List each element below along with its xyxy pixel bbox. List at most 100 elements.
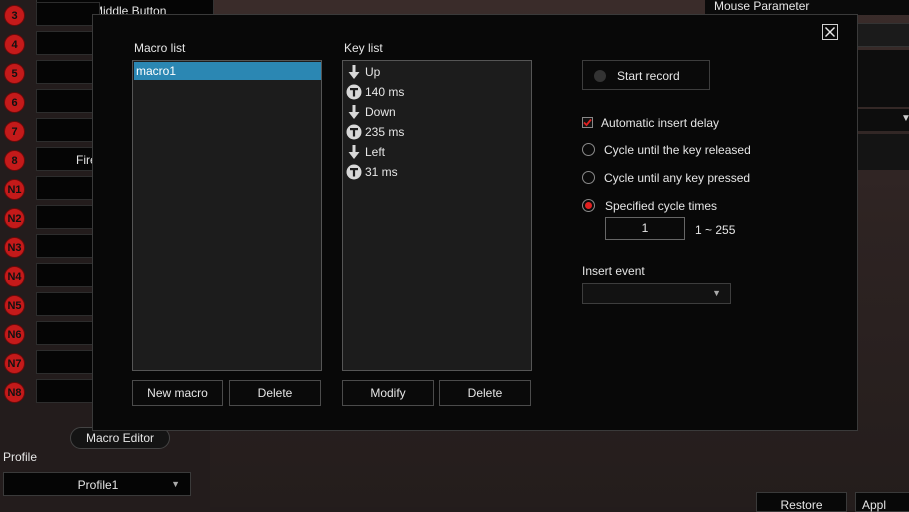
key-list-item-label: 31 ms — [365, 165, 398, 179]
key-list-item-label: Down — [365, 105, 396, 119]
modify-button[interactable]: Modify — [342, 380, 434, 406]
button-assignment-field[interactable] — [36, 118, 100, 142]
key-list-label: Key list — [344, 41, 383, 55]
specified-cycle-times-label: Specified cycle times — [605, 199, 718, 213]
key-list-item-label: 140 ms — [365, 85, 405, 99]
button-row[interactable]: N2 — [0, 205, 100, 234]
cycle-times-input[interactable]: 1 — [605, 217, 685, 240]
start-record-label: Start record — [617, 69, 680, 83]
button-assignment-field[interactable] — [36, 379, 100, 403]
button-number-badge: N6 — [4, 324, 25, 345]
close-icon — [825, 27, 835, 37]
button-number-badge: 7 — [4, 121, 25, 142]
arrow-down-icon — [346, 144, 362, 160]
key-list-item-label: Up — [365, 65, 381, 79]
button-row[interactable]: N5 — [0, 292, 100, 321]
button-assignment-field[interactable] — [36, 205, 100, 229]
button-number-badge: 6 — [4, 92, 25, 113]
button-number-badge: N8 — [4, 382, 25, 403]
button-row[interactable]: 5 — [0, 60, 100, 89]
chevron-down-icon: ▼ — [901, 113, 909, 124]
arrow-down-icon — [346, 104, 362, 120]
profile-select[interactable]: Profile1 ▼ — [3, 472, 191, 496]
key-list-item[interactable]: 140 ms — [345, 82, 525, 102]
new-macro-button[interactable]: New macro — [132, 380, 223, 406]
button-row[interactable]: 6 — [0, 89, 100, 118]
button-row[interactable]: 8 Fire — [0, 147, 100, 176]
chevron-down-icon: ▼ — [712, 288, 721, 298]
button-assignment-field[interactable] — [36, 350, 100, 374]
button-assignment-field[interactable] — [36, 292, 100, 316]
key-list-item[interactable]: Left — [345, 142, 525, 162]
timer-icon — [346, 84, 362, 100]
profile-label: Profile — [3, 450, 38, 464]
timer-icon — [346, 164, 362, 180]
button-number-badge: 5 — [4, 63, 25, 84]
cycle-range-label: 1 ~ 255 — [695, 223, 736, 237]
key-list-item[interactable]: Down — [345, 102, 525, 122]
button-number-badge: N2 — [4, 208, 25, 229]
auto-insert-delay-label: Automatic insert delay — [601, 116, 720, 130]
key-list-item-label: Left — [365, 145, 386, 159]
button-assignment-field[interactable] — [36, 89, 100, 113]
insert-event-label: Insert event — [582, 264, 645, 278]
button-row[interactable]: N6 — [0, 321, 100, 350]
cycle-until-any-key-label: Cycle until any key pressed — [604, 171, 751, 185]
parameter-field[interactable] — [857, 23, 909, 47]
key-list-item[interactable]: Up — [345, 62, 525, 82]
button-row[interactable]: N1 — [0, 176, 100, 205]
button-number-badge: N5 — [4, 295, 25, 316]
parameter-panel-lower — [857, 134, 909, 170]
button-number-badge: 3 — [4, 5, 25, 26]
button-row[interactable]: N7 — [0, 350, 100, 379]
macro-list-label: Macro list — [134, 41, 186, 55]
start-record-button[interactable]: Start record — [582, 60, 710, 90]
close-button[interactable] — [822, 24, 838, 40]
cycle-until-any-key-radio[interactable]: Cycle until any key pressed — [582, 170, 782, 188]
button-number-badge: N1 — [4, 179, 25, 200]
button-row[interactable]: 3 — [0, 2, 100, 31]
delete-macro-button[interactable]: Delete — [229, 380, 321, 406]
delete-key-button[interactable]: Delete — [439, 380, 531, 406]
button-assignment-field[interactable]: Fire — [36, 147, 100, 171]
checkbox-icon — [582, 117, 593, 128]
button-row[interactable]: 7 — [0, 118, 100, 147]
specified-cycle-times-radio[interactable]: Specified cycle times — [582, 198, 782, 216]
macro-editor-dialog: Macro list macro1 New macro Delete Key l… — [92, 14, 858, 431]
button-assignment-field[interactable] — [36, 2, 100, 26]
auto-insert-delay-checkbox[interactable]: Automatic insert delay — [582, 115, 782, 133]
mouse-parameter-header: Mouse Parameter — [705, 0, 909, 15]
insert-event-select[interactable]: ▼ — [582, 283, 731, 304]
chevron-down-icon: ▼ — [171, 479, 180, 489]
button-number-badge: N7 — [4, 353, 25, 374]
macro-list[interactable]: macro1 — [132, 60, 322, 371]
radio-selected-icon — [582, 199, 595, 212]
button-assignment-field[interactable] — [36, 321, 100, 345]
radio-icon — [582, 143, 595, 156]
arrow-down-icon — [346, 64, 362, 80]
macro-list-item[interactable]: macro1 — [134, 62, 321, 80]
button-row[interactable]: N3 — [0, 234, 100, 263]
button-assignment-field[interactable] — [36, 60, 100, 84]
button-row[interactable]: N8 — [0, 379, 100, 408]
key-list-item[interactable]: 31 ms — [345, 162, 525, 182]
mouse-parameter-title: Mouse Parameter — [714, 0, 810, 13]
key-list-item[interactable]: 235 ms — [345, 122, 525, 142]
button-row[interactable]: 4 — [0, 31, 100, 60]
button-assignment-field[interactable] — [36, 176, 100, 200]
key-list[interactable]: Up 140 ms Down 235 ms Left 31 ms — [342, 60, 532, 371]
profile-value: Profile1 — [77, 478, 119, 492]
apply-button[interactable]: Appl — [855, 492, 909, 512]
button-row[interactable]: N4 — [0, 263, 100, 292]
cycle-until-released-radio[interactable]: Cycle until the key released — [582, 142, 782, 160]
cycle-until-released-label: Cycle until the key released — [604, 143, 751, 157]
restore-button[interactable]: Restore — [756, 492, 847, 512]
key-list-item-label: 235 ms — [365, 125, 405, 139]
parameter-dropdown[interactable]: ▼ — [857, 109, 909, 131]
button-assignment-field[interactable] — [36, 31, 100, 55]
parameter-panel — [857, 50, 909, 107]
button-number-badge: N3 — [4, 237, 25, 258]
button-assignment-field[interactable] — [36, 234, 100, 258]
button-assignment-field[interactable] — [36, 263, 100, 287]
button-number-badge: N4 — [4, 266, 25, 287]
